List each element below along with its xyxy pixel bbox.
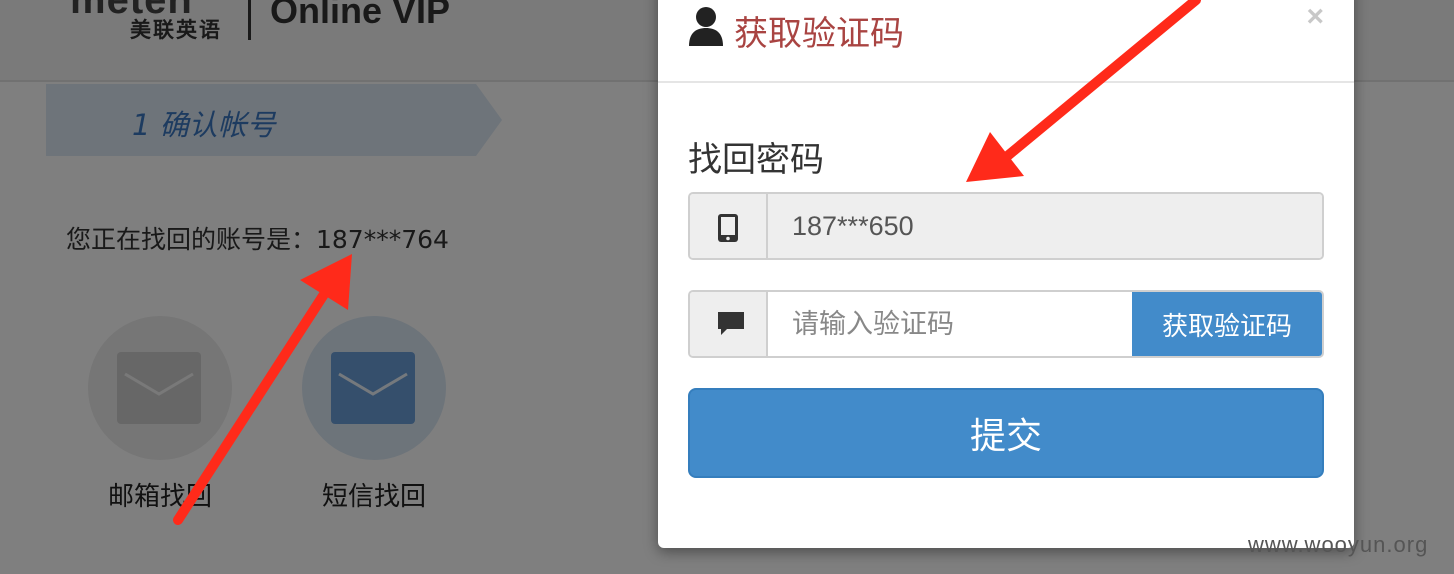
phone-input-group [688,192,1324,260]
close-button[interactable]: × [1306,0,1324,34]
code-addon [690,292,768,356]
modal-title: 获取验证码 [734,14,904,54]
phone-addon [690,194,768,258]
watermark: www.wooyun.org [1248,532,1429,557]
phone-number-field[interactable] [768,194,1322,258]
user-icon [688,6,724,50]
modal-header: 获取验证码 × [658,0,1354,83]
get-code-modal: 获取验证码 × 找回密码 获取验证码 提交 [658,0,1354,548]
get-code-button[interactable]: 获取验证码 [1132,292,1322,356]
section-title: 找回密码 [688,140,824,180]
submit-button[interactable]: 提交 [688,388,1324,478]
verification-code-input[interactable] [768,292,1134,356]
code-input-group: 获取验证码 [688,290,1324,358]
